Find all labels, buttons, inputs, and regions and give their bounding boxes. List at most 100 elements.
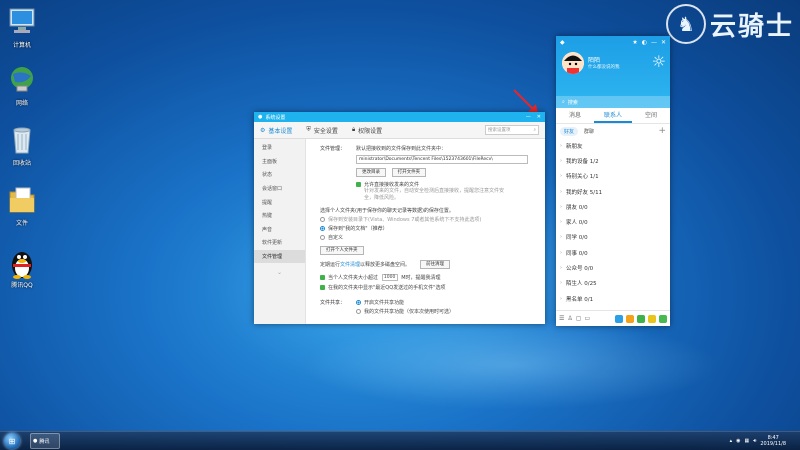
list-item[interactable]: › 我的设备 1/2 bbox=[556, 153, 670, 168]
shield-icon: ⛨ bbox=[306, 126, 311, 133]
list-item[interactable]: › 家人 0/0 bbox=[556, 214, 670, 229]
settings-search-input[interactable]: 搜索设置项 ⌕ bbox=[485, 125, 539, 135]
share-on-label: 开启文件共享功能 bbox=[364, 300, 405, 306]
watermark: ♞ 云骑士 bbox=[665, 4, 794, 44]
minimize-button[interactable]: — bbox=[651, 39, 657, 46]
tray-expand-icon[interactable]: ▴ bbox=[730, 438, 733, 444]
sidebar-item-chat-window[interactable]: 会话窗口 bbox=[254, 182, 305, 196]
sidebar-item-reminder[interactable]: 提醒 bbox=[254, 195, 305, 209]
list-item[interactable]: › 特别关心 1/1 bbox=[556, 169, 670, 184]
group-label: 同事 0/0 bbox=[566, 250, 588, 257]
tab-space[interactable]: 空间 bbox=[632, 108, 670, 123]
add-icon[interactable]: + bbox=[658, 126, 666, 136]
list-item[interactable]: › 同学 0/0 bbox=[556, 230, 670, 245]
group-label: 朋友 0/0 bbox=[566, 204, 588, 211]
tab-basic-settings[interactable]: ⚙ 基本设置 bbox=[260, 126, 292, 135]
start-button[interactable]: ⊞ bbox=[4, 433, 20, 449]
taskbar: ⊞ ● 腾讯 ▴ ◉ ▦ 🔊︎ 8:47 2019/11/8 bbox=[0, 431, 800, 450]
game-icon[interactable] bbox=[637, 314, 645, 323]
chevron-right-icon: › bbox=[560, 157, 562, 164]
checkbox-checked[interactable] bbox=[320, 285, 325, 290]
checkbox-checked[interactable] bbox=[356, 182, 361, 187]
qq-tray-icon[interactable]: ◉ bbox=[736, 438, 740, 444]
radio-share-off[interactable] bbox=[356, 309, 361, 314]
person-icon[interactable]: ♙ bbox=[567, 315, 572, 322]
chat-icon[interactable]: ▢ bbox=[576, 315, 582, 322]
size-check-suffix: M时，提醒我清理 bbox=[401, 275, 441, 281]
group-label: 家人 0/0 bbox=[566, 220, 588, 227]
star-icon[interactable]: ★ bbox=[632, 39, 637, 46]
signature[interactable]: 什么都没说的我 bbox=[588, 64, 620, 70]
list-item[interactable]: › 公众号 0/0 bbox=[556, 260, 670, 275]
save-path-field[interactable]: ministrator\Documents\Tencent Files\1523… bbox=[356, 155, 528, 164]
open-personal-folder-button[interactable]: 打开个人文件夹 bbox=[320, 246, 364, 255]
open-folder-button[interactable]: 打开文件夹 bbox=[391, 168, 427, 177]
subtab-friends[interactable]: 好友 bbox=[560, 126, 579, 136]
desktop-icon-network[interactable]: 网络 bbox=[4, 64, 40, 107]
tab-permission-settings[interactable]: 🔒︎ 权限设置 bbox=[352, 126, 382, 135]
gear-icon: ⚙ bbox=[260, 126, 266, 134]
desktop-icon-folder[interactable]: 文件 bbox=[4, 184, 40, 227]
radio-custom[interactable] bbox=[320, 235, 325, 240]
close-button[interactable]: ✕ bbox=[661, 39, 666, 46]
avatar[interactable] bbox=[562, 52, 584, 74]
list-item[interactable]: › 陌生人 0/25 bbox=[556, 276, 670, 291]
list-item[interactable]: › 黑名单 0/1 bbox=[556, 291, 670, 306]
change-directory-button[interactable]: 更改目录 bbox=[356, 168, 386, 177]
recycle-bin-icon bbox=[7, 124, 37, 154]
desktop-icon-label: 腾讯QQ bbox=[11, 282, 33, 289]
chevron-right-icon: › bbox=[560, 219, 562, 226]
sidebar-item-login[interactable]: 登录 bbox=[254, 141, 305, 155]
radio-share-on[interactable] bbox=[356, 300, 361, 305]
close-button[interactable]: ✕ bbox=[537, 114, 541, 120]
save-folder-prompt: 默认把接收到的文件保存到此文件夹中： bbox=[356, 146, 447, 152]
desktop-icon-qq[interactable]: 腾讯QQ bbox=[4, 246, 40, 289]
desktop-icon-computer[interactable]: 计算机 bbox=[4, 6, 40, 49]
search-icon: ⌕ bbox=[533, 128, 536, 133]
tab-messages[interactable]: 消息 bbox=[556, 108, 594, 123]
qq-app-icon[interactable] bbox=[615, 314, 623, 323]
sidebar-item-hotkeys[interactable]: 热键 bbox=[254, 209, 305, 223]
subtab-groups[interactable]: 群聊 bbox=[584, 128, 594, 135]
file-cleanup-link[interactable]: 文件清理 bbox=[340, 262, 360, 268]
sidebar-item-main-panel[interactable]: 主面板 bbox=[254, 155, 305, 169]
contact-search-input[interactable]: ⌕ 搜索 bbox=[556, 96, 670, 108]
radio-install-dir[interactable] bbox=[320, 217, 325, 222]
color-palette-icon[interactable]: ◐ bbox=[642, 39, 647, 46]
clock[interactable]: 8:47 2019/11/8 bbox=[760, 435, 786, 447]
go-cleanup-button[interactable]: 前往清理 bbox=[420, 260, 451, 269]
clock-date: 2019/11/8 bbox=[760, 441, 786, 447]
wallet-icon[interactable] bbox=[648, 314, 656, 323]
radio-my-documents[interactable] bbox=[320, 226, 325, 231]
tab-security-settings[interactable]: ⛨ 安全设置 bbox=[306, 126, 338, 135]
sidebar-item-file-management[interactable]: 文件管理 bbox=[254, 249, 305, 264]
list-item[interactable]: › 朋友 0/0 bbox=[556, 199, 670, 214]
list-item[interactable]: › 我的好友 5/11 bbox=[556, 184, 670, 199]
watermark-text: 云骑士 bbox=[709, 11, 794, 42]
sidebar-item-sound[interactable]: 声音 bbox=[254, 223, 305, 237]
mail-icon[interactable] bbox=[626, 314, 634, 323]
checkbox-checked[interactable] bbox=[320, 275, 325, 280]
sidebar-item-software-update[interactable]: 软件更新 bbox=[254, 236, 305, 250]
list-item[interactable]: › 同事 0/0 bbox=[556, 245, 670, 260]
minimize-button[interactable]: — bbox=[526, 114, 531, 120]
group-label: 我的设备 1/2 bbox=[566, 158, 599, 165]
window-title: 系统设置 bbox=[265, 114, 286, 121]
window-titlebar[interactable]: ● 系统设置 — ✕ bbox=[254, 112, 545, 122]
system-settings-window: ● 系统设置 — ✕ ⚙ 基本设置 ⛨ 安全设置 🔒︎ 权限设置 搜索设置项 ⌕… bbox=[254, 112, 545, 324]
network-tray-icon[interactable]: ▦ bbox=[744, 438, 749, 444]
list-item[interactable]: › 新朋友 bbox=[556, 138, 670, 153]
settings-sidebar: 登录 主面板 状态 会话窗口 提醒 热键 声音 软件更新 文件管理 ⌄ bbox=[254, 139, 306, 324]
weather-sun-icon[interactable]: ☼ bbox=[652, 52, 666, 71]
sidebar-item-status[interactable]: 状态 bbox=[254, 168, 305, 182]
desktop-icon-recycle-bin[interactable]: 回收站 bbox=[4, 124, 40, 167]
size-threshold-stepper[interactable]: 1000 bbox=[381, 274, 398, 281]
apps-icon[interactable] bbox=[659, 314, 667, 323]
tab-contacts[interactable]: 联系人 bbox=[594, 108, 632, 123]
menu-icon[interactable]: ☰ bbox=[559, 315, 564, 322]
taskbar-item-qq[interactable]: ● 腾讯 bbox=[30, 433, 60, 449]
volume-icon[interactable]: 🔊︎ bbox=[753, 438, 756, 444]
folder-small-icon[interactable]: ▭ bbox=[584, 315, 590, 322]
scroll-down-icon[interactable]: ⌄ bbox=[254, 269, 305, 276]
qq-header: ◆ ★ ◐ — ✕ 陌陌 什么都没说的我 ☼ ⌕ 搜索 bbox=[556, 36, 670, 108]
